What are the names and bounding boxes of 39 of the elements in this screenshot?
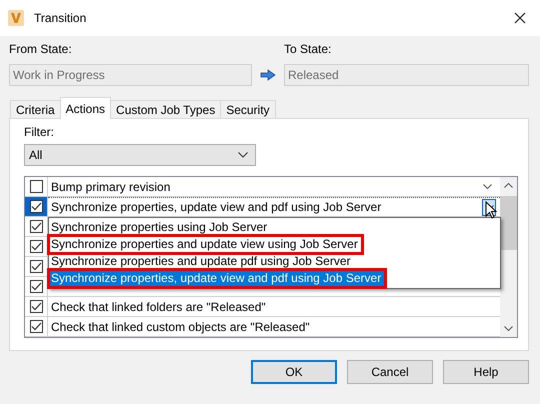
dropdown-option[interactable]: Synchronize properties and update view using Job Server [49, 236, 362, 253]
action-label: Bump primary revision [51, 180, 170, 194]
scrollbar[interactable] [500, 177, 517, 337]
tab[interactable]: Criteria [10, 100, 61, 119]
dialog-button[interactable]: Cancel [347, 360, 433, 384]
checkbox[interactable] [30, 320, 42, 333]
scroll-up-icon[interactable] [504, 183, 513, 188]
dialog-button[interactable]: OK [251, 360, 337, 384]
to-state-field: Released [284, 64, 529, 86]
tab[interactable]: Security [220, 100, 276, 119]
dialog-button[interactable]: Help [443, 360, 529, 384]
from-state-field: Work in Progress [9, 64, 252, 86]
chevron-down-icon [484, 204, 494, 210]
action-label: Check that linked folders are "Released" [51, 300, 266, 314]
checkbox[interactable] [30, 260, 42, 273]
close-icon[interactable] [514, 12, 526, 24]
action-label: Synchronize properties, update view and pdf using Job Server [51, 200, 382, 214]
dropdown-option[interactable]: Synchronize properties, update view and pdf using Job Server [49, 270, 386, 287]
checkbox[interactable] [30, 180, 42, 193]
chevron-down-icon [238, 152, 248, 158]
action-label: Check that linked custom objects are "Released" [51, 320, 310, 334]
chevron-down-icon[interactable] [483, 184, 492, 189]
right-arrow-icon [260, 69, 276, 81]
checkbox[interactable] [30, 300, 42, 313]
to-state-label: To State: [284, 42, 332, 56]
checkbox[interactable] [30, 280, 42, 293]
dropdown-option[interactable]: Synchronize properties using Job Server [49, 219, 500, 236]
window-title: Transition [34, 11, 88, 25]
scroll-down-icon[interactable] [504, 326, 513, 331]
from-state-label: From State: [9, 42, 73, 56]
filter-label: Filter: [24, 125, 55, 139]
checkbox[interactable] [30, 220, 42, 233]
checkbox[interactable] [30, 200, 42, 213]
app-logo-icon [8, 10, 24, 26]
checkbox[interactable] [30, 240, 42, 253]
tab[interactable]: Actions [60, 97, 112, 119]
filter-dropdown[interactable]: All [24, 144, 256, 166]
tab[interactable]: Custom Job Types [110, 100, 222, 119]
dropdown-option[interactable]: Synchronize properties and update pdf using Job Server [49, 253, 500, 270]
